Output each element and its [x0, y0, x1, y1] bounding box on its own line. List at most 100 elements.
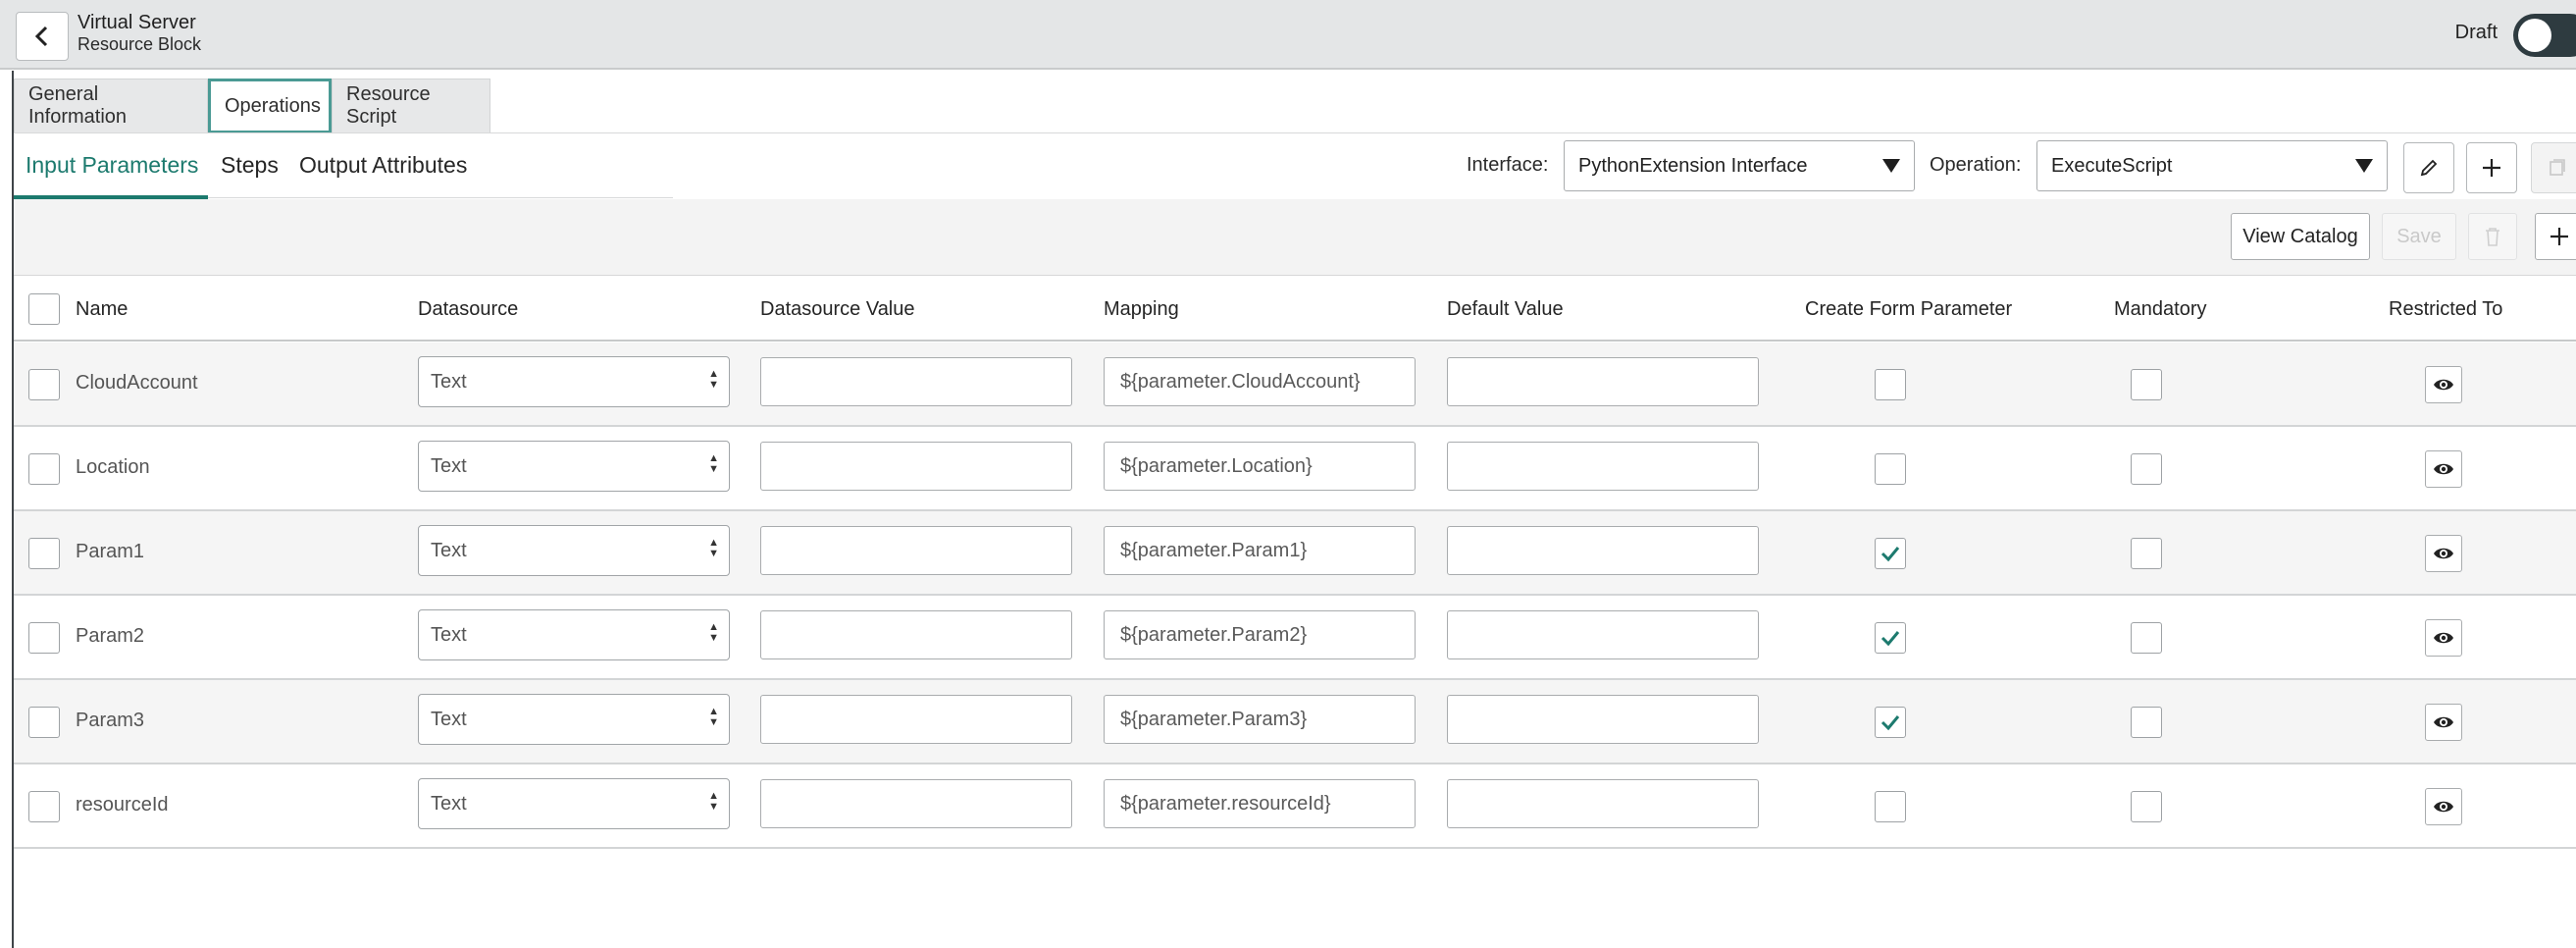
- mapping-input[interactable]: ${parameter.Location}: [1104, 442, 1416, 491]
- restricted-to-button[interactable]: [2425, 366, 2462, 403]
- eye-icon: [2434, 716, 2453, 728]
- subtab-input-parameters[interactable]: Input Parameters: [26, 152, 198, 179]
- mandatory-checkbox[interactable]: [2131, 453, 2162, 485]
- restricted-to-button[interactable]: [2425, 704, 2462, 741]
- create-form-parameter-checkbox[interactable]: [1875, 622, 1906, 654]
- select-arrows-icon: ▲ ▼: [708, 368, 719, 391]
- default-value-input[interactable]: [1447, 610, 1759, 659]
- create-form-parameter-checkbox[interactable]: [1875, 369, 1906, 400]
- default-value-input[interactable]: [1447, 526, 1759, 575]
- toggle-knob: [2518, 19, 2551, 52]
- column-header-restricted-to: Restricted To: [2389, 298, 2503, 320]
- select-arrows-icon: ▲ ▼: [708, 621, 719, 644]
- parameter-name: CloudAccount: [76, 372, 198, 394]
- row-select-checkbox[interactable]: [28, 791, 60, 822]
- checkmark-icon: [1880, 715, 1900, 731]
- select-arrows-icon: ▲ ▼: [708, 706, 719, 728]
- copy-operation-button[interactable]: [2531, 142, 2576, 193]
- dropdown-arrow-icon: [2355, 159, 2373, 173]
- create-form-parameter-checkbox[interactable]: [1875, 791, 1906, 822]
- datasource-select[interactable]: Text ▲ ▼: [418, 694, 730, 745]
- default-value-input[interactable]: [1447, 695, 1759, 744]
- datasource-value-input[interactable]: [760, 779, 1072, 828]
- column-header-default-value: Default Value: [1447, 298, 1564, 320]
- add-operation-button[interactable]: [2466, 142, 2517, 193]
- datasource-select[interactable]: Text ▲ ▼: [418, 441, 730, 492]
- parameter-name: Param2: [76, 625, 145, 647]
- restricted-to-button[interactable]: [2425, 535, 2462, 572]
- mapping-input[interactable]: ${parameter.resourceId}: [1104, 779, 1416, 828]
- create-form-parameter-checkbox[interactable]: [1875, 707, 1906, 738]
- mapping-input[interactable]: ${parameter.Param2}: [1104, 610, 1416, 659]
- default-value-input[interactable]: [1447, 442, 1759, 491]
- delete-button[interactable]: [2468, 213, 2517, 260]
- table-row: CloudAccount Text ▲ ▼ ${parameter.CloudAccou…: [14, 342, 2576, 427]
- datasource-select[interactable]: Text ▲ ▼: [418, 356, 730, 407]
- default-value-input[interactable]: [1447, 357, 1759, 406]
- column-header-datasource-value: Datasource Value: [760, 298, 915, 320]
- row-select-checkbox[interactable]: [28, 538, 60, 569]
- view-catalog-button[interactable]: View Catalog: [2231, 213, 2370, 260]
- operation-label: Operation:: [1930, 154, 2022, 176]
- parameter-name: resourceId: [76, 794, 169, 816]
- edit-operation-button[interactable]: [2403, 142, 2454, 193]
- subtab-output-attributes[interactable]: Output Attributes: [299, 152, 467, 179]
- mandatory-checkbox[interactable]: [2131, 538, 2162, 569]
- datasource-value-input[interactable]: [760, 695, 1072, 744]
- datasource-value: Text: [431, 370, 467, 393]
- add-parameter-button[interactable]: [2535, 213, 2576, 260]
- page-title-block: Virtual Server Resource Block: [77, 12, 201, 55]
- row-select-checkbox[interactable]: [28, 622, 60, 654]
- header-bar: Virtual Server Resource Block Draft: [0, 0, 2576, 70]
- mapping-input[interactable]: ${parameter.Param3}: [1104, 695, 1416, 744]
- eye-icon: [2434, 632, 2453, 644]
- back-button[interactable]: [16, 12, 69, 61]
- draft-toggle[interactable]: [2513, 14, 2576, 57]
- row-select-checkbox[interactable]: [28, 453, 60, 485]
- select-all-checkbox[interactable]: [28, 293, 60, 325]
- chevron-left-icon: [34, 26, 48, 47]
- plus-icon: [2483, 159, 2500, 177]
- save-button[interactable]: Save: [2382, 213, 2456, 260]
- interface-select[interactable]: PythonExtension Interface: [1564, 140, 1915, 191]
- datasource-value-input[interactable]: [760, 610, 1072, 659]
- mapping-input[interactable]: ${parameter.Param1}: [1104, 526, 1416, 575]
- restricted-to-button[interactable]: [2425, 788, 2462, 825]
- create-form-parameter-checkbox[interactable]: [1875, 538, 1906, 569]
- subtab-steps[interactable]: Steps: [221, 152, 279, 179]
- eye-icon: [2434, 801, 2453, 813]
- draft-label: Draft: [2454, 22, 2498, 43]
- tab-operations[interactable]: Operations: [208, 79, 332, 133]
- mandatory-checkbox[interactable]: [2131, 791, 2162, 822]
- mapping-input[interactable]: ${parameter.CloudAccount}: [1104, 357, 1416, 406]
- default-value-input[interactable]: [1447, 779, 1759, 828]
- datasource-value-input[interactable]: [760, 357, 1072, 406]
- mandatory-checkbox[interactable]: [2131, 369, 2162, 400]
- operation-select[interactable]: ExecuteScript: [2036, 140, 2388, 191]
- datasource-select[interactable]: Text ▲ ▼: [418, 525, 730, 576]
- datasource-value: Text: [431, 539, 467, 561]
- mandatory-checkbox[interactable]: [2131, 707, 2162, 738]
- tabs-divider: [14, 132, 2576, 133]
- mandatory-checkbox[interactable]: [2131, 622, 2162, 654]
- datasource-select[interactable]: Text ▲ ▼: [418, 778, 730, 829]
- tab-resource-script[interactable]: Resource Script: [332, 79, 490, 133]
- checkmark-icon: [1880, 631, 1900, 647]
- restricted-to-button[interactable]: [2425, 450, 2462, 488]
- tab-general-information[interactable]: General Information: [14, 79, 208, 133]
- parameter-name: Location: [76, 456, 150, 478]
- restricted-to-button[interactable]: [2425, 619, 2462, 657]
- eye-icon: [2434, 463, 2453, 475]
- subtab-divider: [208, 197, 673, 198]
- row-select-checkbox[interactable]: [28, 369, 60, 400]
- datasource-value: Text: [431, 623, 467, 646]
- datasource-select[interactable]: Text ▲ ▼: [418, 609, 730, 660]
- row-select-checkbox[interactable]: [28, 707, 60, 738]
- datasource-value-input[interactable]: [760, 442, 1072, 491]
- create-form-parameter-checkbox[interactable]: [1875, 453, 1906, 485]
- table-row: Param2 Text ▲ ▼ ${parameter.Param2}: [14, 596, 2576, 680]
- datasource-value-input[interactable]: [760, 526, 1072, 575]
- trash-icon: [2486, 228, 2499, 246]
- checkmark-icon: [1880, 547, 1900, 562]
- page-title: Virtual Server: [77, 12, 196, 33]
